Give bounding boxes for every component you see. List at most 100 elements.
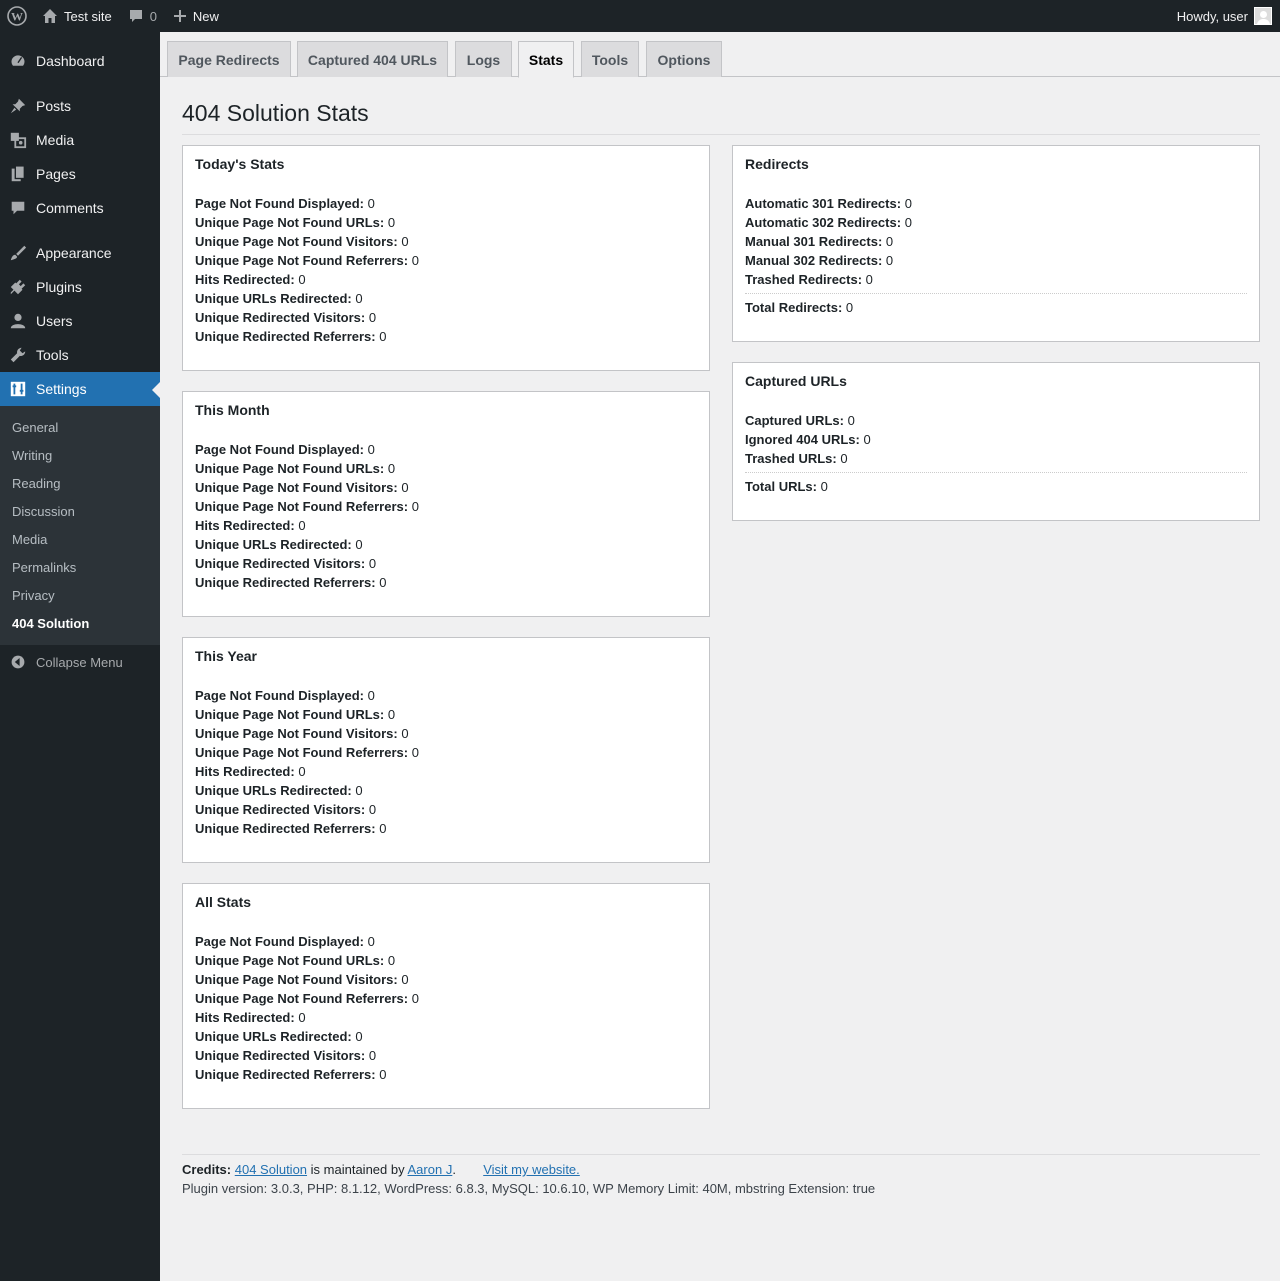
brush-icon bbox=[0, 244, 36, 262]
pages-icon bbox=[0, 165, 36, 183]
sidebar-item-tools[interactable]: Tools bbox=[0, 338, 160, 372]
sidebar-item-label: Plugins bbox=[36, 279, 82, 295]
stat-line: Unique Page Not Found URLs: 0 bbox=[195, 213, 395, 232]
stat-label: Automatic 302 Redirects: bbox=[745, 215, 902, 230]
collapse-menu-button[interactable]: Collapse Menu bbox=[0, 645, 160, 679]
sidebar-item-dashboard[interactable]: Dashboard bbox=[0, 44, 160, 78]
todays-stats-box: Today's Stats Page Not Found Displayed: … bbox=[182, 145, 710, 371]
plus-icon bbox=[173, 9, 187, 23]
tab-captured-404-urls[interactable]: Captured 404 URLs bbox=[297, 41, 448, 77]
tab-options[interactable]: Options bbox=[646, 41, 722, 77]
stat-value: 0 bbox=[840, 451, 848, 466]
stat-label: Unique Redirected Visitors: bbox=[195, 802, 366, 817]
stat-value: 0 bbox=[355, 537, 363, 552]
visit-website-link[interactable]: Visit my website. bbox=[483, 1162, 580, 1177]
stat-label: Unique Page Not Found URLs: bbox=[195, 953, 385, 968]
wrench-icon bbox=[0, 346, 36, 364]
tab-logs[interactable]: Logs bbox=[455, 41, 512, 77]
stat-value: 0 bbox=[379, 329, 387, 344]
submenu-item-media[interactable]: Media bbox=[0, 525, 160, 553]
stat-line: Hits Redirected: 0 bbox=[195, 270, 306, 289]
stat-label: Captured URLs: bbox=[745, 413, 844, 428]
stat-line: Unique Page Not Found URLs: 0 bbox=[195, 459, 395, 478]
stat-value: 0 bbox=[845, 300, 854, 315]
stat-value: 0 bbox=[368, 1048, 377, 1063]
stat-line: Unique Page Not Found Visitors: 0 bbox=[195, 232, 409, 251]
svg-text:W: W bbox=[11, 10, 23, 24]
stat-label: Unique Page Not Found Visitors: bbox=[195, 972, 398, 987]
sidebar-item-media[interactable]: Media bbox=[0, 123, 160, 157]
all-stats-box: All Stats Page Not Found Displayed: 0 Un… bbox=[182, 883, 710, 1109]
user-icon bbox=[0, 312, 36, 330]
stat-label: Unique Redirected Visitors: bbox=[195, 310, 366, 325]
box-title: Captured URLs bbox=[745, 373, 847, 389]
site-name: Test site bbox=[64, 8, 112, 24]
stat-line: Unique Redirected Referrers: 0 bbox=[195, 573, 386, 592]
author-link[interactable]: Aaron J bbox=[408, 1162, 453, 1177]
stat-total-line: Total Redirects: 0 bbox=[745, 298, 853, 317]
title-divider bbox=[182, 134, 1260, 135]
stat-value: 0 bbox=[904, 196, 912, 211]
sidebar-item-users[interactable]: Users bbox=[0, 304, 160, 338]
credits-line: Credits: 404 Solution is maintained by A… bbox=[182, 1162, 580, 1177]
divider bbox=[745, 472, 1247, 473]
comments-link[interactable]: 0 bbox=[120, 0, 165, 32]
stat-value: 0 bbox=[367, 934, 375, 949]
stat-label: Hits Redirected: bbox=[195, 1010, 295, 1025]
credits-label: Credits: bbox=[182, 1162, 232, 1177]
sidebar-item-posts[interactable]: Posts bbox=[0, 89, 160, 123]
stat-line: Ignored 404 URLs: 0 bbox=[745, 430, 871, 449]
tab-page-redirects[interactable]: Page Redirects bbox=[167, 41, 291, 77]
submenu-item-404-solution[interactable]: 404 Solution bbox=[0, 609, 160, 637]
sidebar-item-label: Comments bbox=[36, 200, 104, 216]
tab-bar: Page Redirects Captured 404 URLs Logs St… bbox=[160, 32, 1280, 78]
submenu-item-permalinks[interactable]: Permalinks bbox=[0, 553, 160, 581]
stat-label: Unique Page Not Found Referrers: bbox=[195, 745, 409, 760]
stat-label: Unique Page Not Found Visitors: bbox=[195, 234, 398, 249]
my-account-link[interactable]: Howdy, user bbox=[1169, 0, 1280, 32]
stat-label: Unique Redirected Referrers: bbox=[195, 329, 376, 344]
submenu-item-reading[interactable]: Reading bbox=[0, 469, 160, 497]
footer-divider bbox=[182, 1154, 1260, 1155]
new-content-link[interactable]: New bbox=[165, 0, 227, 32]
new-label: New bbox=[192, 8, 219, 24]
submenu-item-general[interactable]: General bbox=[0, 413, 160, 441]
stat-value: 0 bbox=[298, 764, 306, 779]
stat-line: Unique URLs Redirected: 0 bbox=[195, 1027, 363, 1046]
stat-label: Total URLs: bbox=[745, 479, 817, 494]
stat-line: Unique Page Not Found Referrers: 0 bbox=[195, 251, 419, 270]
sidebar-item-comments[interactable]: Comments bbox=[0, 191, 160, 225]
box-title: Redirects bbox=[745, 156, 809, 172]
stat-value: 0 bbox=[298, 272, 306, 287]
stat-line: Hits Redirected: 0 bbox=[195, 1008, 306, 1027]
submenu-item-discussion[interactable]: Discussion bbox=[0, 497, 160, 525]
wordpress-logo-icon[interactable]: W bbox=[0, 0, 34, 32]
stat-value: 0 bbox=[387, 707, 396, 722]
stat-label: Manual 301 Redirects: bbox=[745, 234, 883, 249]
stat-value: 0 bbox=[298, 518, 306, 533]
stat-label: Unique URLs Redirected: bbox=[195, 783, 352, 798]
sidebar-item-label: Pages bbox=[36, 166, 76, 182]
tab-stats[interactable]: Stats bbox=[518, 41, 574, 78]
sidebar-item-appearance[interactable]: Appearance bbox=[0, 236, 160, 270]
tab-tools[interactable]: Tools bbox=[581, 41, 639, 77]
stat-value: 0 bbox=[401, 480, 409, 495]
plugin-link[interactable]: 404 Solution bbox=[235, 1162, 307, 1177]
sidebar-item-plugins[interactable]: Plugins bbox=[0, 270, 160, 304]
sidebar-item-label: Tools bbox=[36, 347, 69, 363]
stat-line: Unique Redirected Referrers: 0 bbox=[195, 1065, 386, 1084]
settings-submenu: General Writing Reading Discussion Media… bbox=[0, 406, 160, 645]
stat-label: Unique Page Not Found URLs: bbox=[195, 461, 385, 476]
sidebar-item-settings[interactable]: Settings bbox=[0, 372, 160, 406]
box-title: This Month bbox=[195, 402, 270, 418]
sidebar-item-label: Appearance bbox=[36, 245, 112, 261]
stat-value: 0 bbox=[820, 479, 828, 494]
stat-line: Unique URLs Redirected: 0 bbox=[195, 289, 363, 308]
submenu-item-writing[interactable]: Writing bbox=[0, 441, 160, 469]
sidebar-item-pages[interactable]: Pages bbox=[0, 157, 160, 191]
maintained-text: is maintained by bbox=[310, 1162, 405, 1177]
stat-line: Page Not Found Displayed: 0 bbox=[195, 686, 375, 705]
site-name-link[interactable]: Test site bbox=[34, 0, 120, 32]
submenu-item-privacy[interactable]: Privacy bbox=[0, 581, 160, 609]
stat-value: 0 bbox=[379, 821, 387, 836]
